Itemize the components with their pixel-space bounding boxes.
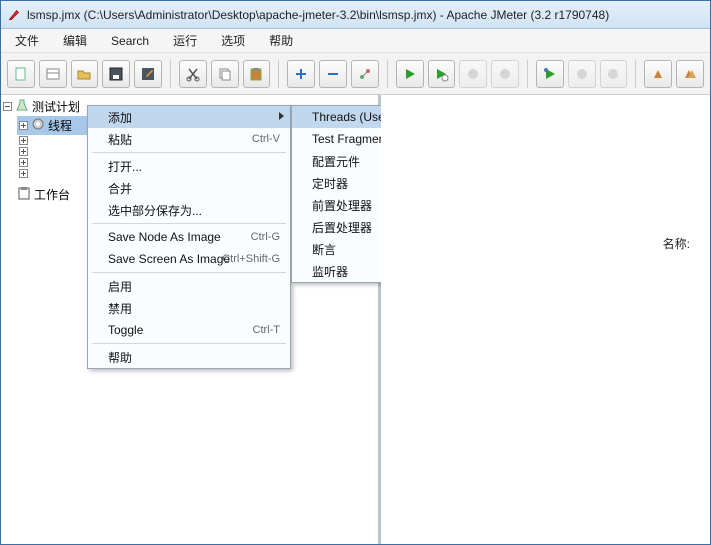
- tb-toggle[interactable]: [351, 60, 379, 88]
- tb-remote-stop[interactable]: [568, 60, 596, 88]
- tb-clear-all[interactable]: [676, 60, 704, 88]
- ctx-disable[interactable]: 禁用: [88, 297, 290, 319]
- expand-icon[interactable]: [19, 147, 28, 156]
- menu-options[interactable]: 选项: [213, 30, 253, 51]
- menu-help[interactable]: 帮助: [261, 30, 301, 51]
- menu-bar: 文件 编辑 Search 运行 选项 帮助: [1, 29, 710, 53]
- tb-start[interactable]: [396, 60, 424, 88]
- tb-clear[interactable]: [644, 60, 672, 88]
- tb-sep: [278, 60, 279, 88]
- workbench-label: 工作台: [34, 186, 70, 203]
- ctx-enable[interactable]: 启用: [88, 275, 290, 297]
- tb-expand[interactable]: [287, 60, 315, 88]
- details-pane: 名称:: [381, 95, 710, 545]
- menu-run[interactable]: 运行: [165, 30, 205, 51]
- tb-copy[interactable]: [211, 60, 239, 88]
- tb-sep: [527, 60, 528, 88]
- tb-save-as[interactable]: [134, 60, 162, 88]
- app-icon: [7, 8, 21, 22]
- tb-new[interactable]: [7, 60, 35, 88]
- menu-separator: [92, 152, 286, 153]
- app-window: lsmsp.jmx (C:\Users\Administrator\Deskto…: [0, 0, 711, 545]
- ctx-save-node-image[interactable]: Save Node As ImageCtrl-G: [88, 226, 290, 248]
- tb-sep: [635, 60, 636, 88]
- tb-sep: [387, 60, 388, 88]
- tree-pane: 测试计划 线程: [1, 95, 381, 545]
- ctx-paste[interactable]: 粘贴Ctrl-V: [88, 128, 290, 150]
- window-title: lsmsp.jmx (C:\Users\Administrator\Deskto…: [27, 8, 609, 22]
- tb-save[interactable]: [102, 60, 130, 88]
- clipboard-icon: [17, 186, 31, 203]
- collapse-icon[interactable]: [3, 102, 12, 111]
- expand-icon[interactable]: [19, 136, 28, 145]
- tb-open[interactable]: [71, 60, 99, 88]
- tb-sep: [170, 60, 171, 88]
- thread-label: 线程: [48, 117, 72, 134]
- tb-start-no-timers[interactable]: [428, 60, 456, 88]
- ctx-merge[interactable]: 合并: [88, 177, 290, 199]
- flask-icon: [15, 98, 29, 115]
- tb-remote-start[interactable]: [536, 60, 564, 88]
- title-bar: lsmsp.jmx (C:\Users\Administrator\Deskto…: [1, 1, 710, 29]
- menu-separator: [92, 223, 286, 224]
- ctx-help[interactable]: 帮助: [88, 346, 290, 368]
- ctx-toggle[interactable]: ToggleCtrl-T: [88, 319, 290, 341]
- gear-icon: [31, 117, 45, 134]
- tb-shutdown[interactable]: [491, 60, 519, 88]
- context-menu: 添加 粘贴Ctrl-V 打开... 合并 选中部分保存为... Save Nod…: [87, 105, 291, 369]
- ctx-save-selection[interactable]: 选中部分保存为...: [88, 199, 290, 221]
- menu-edit[interactable]: 编辑: [55, 30, 95, 51]
- expand-icon[interactable]: [19, 158, 28, 167]
- tb-collapse[interactable]: [319, 60, 347, 88]
- chevron-right-icon: [279, 112, 284, 120]
- tb-stop[interactable]: [459, 60, 487, 88]
- name-label: 名称:: [663, 235, 690, 252]
- toolbar: [1, 53, 710, 95]
- testplan-label: 测试计划: [32, 98, 80, 115]
- menu-separator: [92, 272, 286, 273]
- tb-paste[interactable]: [243, 60, 271, 88]
- content-area: 测试计划 线程: [1, 95, 710, 545]
- menu-separator: [92, 343, 286, 344]
- menu-file[interactable]: 文件: [7, 30, 47, 51]
- tb-cut[interactable]: [179, 60, 207, 88]
- ctx-open[interactable]: 打开...: [88, 155, 290, 177]
- tb-templates[interactable]: [39, 60, 67, 88]
- menu-search[interactable]: Search: [103, 32, 157, 50]
- expand-icon[interactable]: [19, 121, 28, 130]
- tb-remote-shutdown[interactable]: [600, 60, 628, 88]
- ctx-save-screen-image[interactable]: Save Screen As ImageCtrl+Shift-G: [88, 248, 290, 270]
- ctx-add[interactable]: 添加: [88, 106, 290, 128]
- expand-icon[interactable]: [19, 169, 28, 178]
